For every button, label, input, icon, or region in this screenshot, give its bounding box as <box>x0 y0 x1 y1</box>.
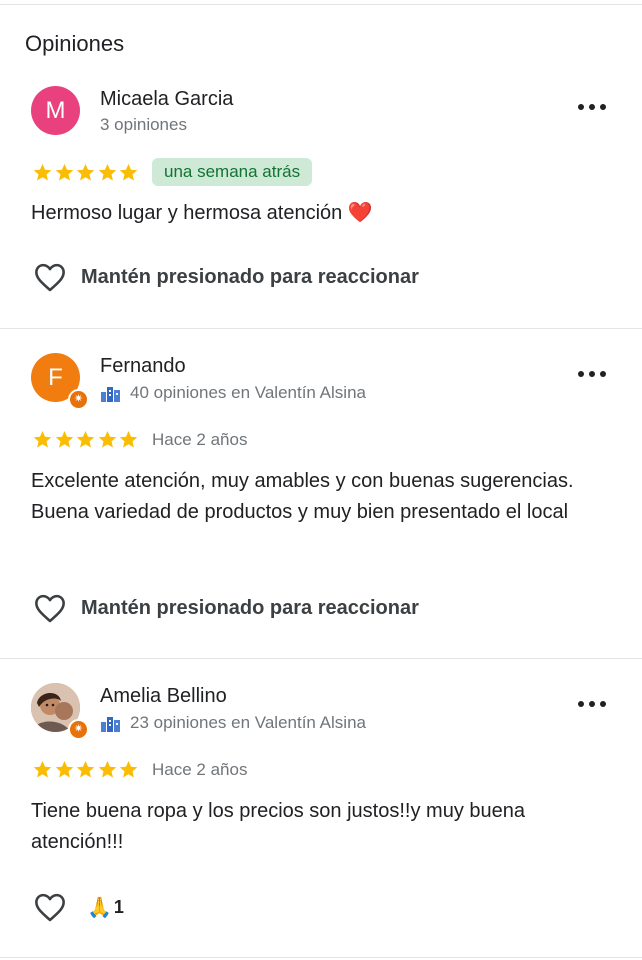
reviewer-meta-text: 3 opiniones <box>100 115 187 134</box>
star-icon <box>98 760 116 778</box>
star-icon <box>98 163 116 181</box>
star-icon <box>33 163 52 181</box>
local-guide-badge-icon: ✷ <box>68 389 89 410</box>
star-icon <box>98 430 116 448</box>
star-icon <box>119 163 138 181</box>
city-icon <box>101 717 120 732</box>
heart-emoji: ❤️ <box>347 202 373 224</box>
star-icon <box>76 430 95 448</box>
local-guide-badge-icon: ✷ <box>68 719 89 740</box>
star-icon <box>119 760 138 778</box>
star-rating <box>32 162 140 182</box>
section-title: Opiniones <box>25 31 125 56</box>
review-divider <box>0 957 642 958</box>
reviewer-name[interactable]: Fernando <box>100 355 186 378</box>
review-date: Hace 2 años <box>152 430 248 449</box>
review-date: Hace 2 años <box>152 760 248 779</box>
reaction-row[interactable]: 🙏 1 <box>33 892 124 922</box>
reaction-label: Mantén presionado para reaccionar <box>81 265 419 288</box>
reviewer-meta: 23 opiniones en Valentín Alsina <box>100 713 366 733</box>
star-icon <box>76 163 95 181</box>
heart-outline-icon[interactable] <box>33 262 67 292</box>
reviewer-name[interactable]: Micaela Garcia <box>100 88 233 111</box>
star-rating <box>32 429 140 449</box>
reviewer-meta: 3 opiniones <box>100 115 187 135</box>
review-divider <box>0 328 642 329</box>
reaction-row[interactable]: Mantén presionado para reaccionar <box>33 262 419 292</box>
more-options-icon[interactable] <box>578 699 606 709</box>
heart-outline-icon[interactable] <box>33 892 67 922</box>
star-icon <box>55 163 73 181</box>
reaction-row[interactable]: Mantén presionado para reaccionar <box>33 593 419 623</box>
star-icon <box>55 760 73 778</box>
review-date-badge: una semana atrás <box>152 158 313 186</box>
review-text-content: Hermoso lugar y hermosa atención <box>31 202 343 224</box>
star-icon <box>76 760 95 778</box>
heart-outline-icon[interactable] <box>33 593 67 623</box>
reaction-count-value: 1 <box>113 896 124 917</box>
review-text: Tiene buena ropa y los precios son justo… <box>31 800 525 853</box>
city-icon <box>101 387 120 402</box>
more-options-icon[interactable] <box>578 102 606 112</box>
top-divider <box>0 4 642 5</box>
avatar[interactable]: M <box>31 86 80 135</box>
star-icon <box>33 430 52 448</box>
review-divider <box>0 658 642 659</box>
star-icon <box>119 430 138 448</box>
reviewer-meta-text: 23 opiniones en Valentín Alsina <box>130 713 366 732</box>
reaction-count[interactable]: 🙏 1 <box>87 895 124 920</box>
reviewer-name[interactable]: Amelia Bellino <box>100 685 227 708</box>
reviewer-meta-text: 40 opiniones en Valentín Alsina <box>130 383 366 402</box>
reviewer-meta: 40 opiniones en Valentín Alsina <box>100 383 366 403</box>
review-text: Excelente atención, muy amables y con bu… <box>31 470 574 523</box>
reaction-label: Mantén presionado para reaccionar <box>81 596 419 619</box>
more-options-icon[interactable] <box>578 369 606 379</box>
pray-emoji: 🙏 <box>87 896 112 919</box>
review-text: Hermoso lugar y hermosa atención ❤️ <box>31 198 611 229</box>
star-icon <box>33 760 52 778</box>
star-rating <box>32 759 140 779</box>
star-icon <box>55 430 73 448</box>
